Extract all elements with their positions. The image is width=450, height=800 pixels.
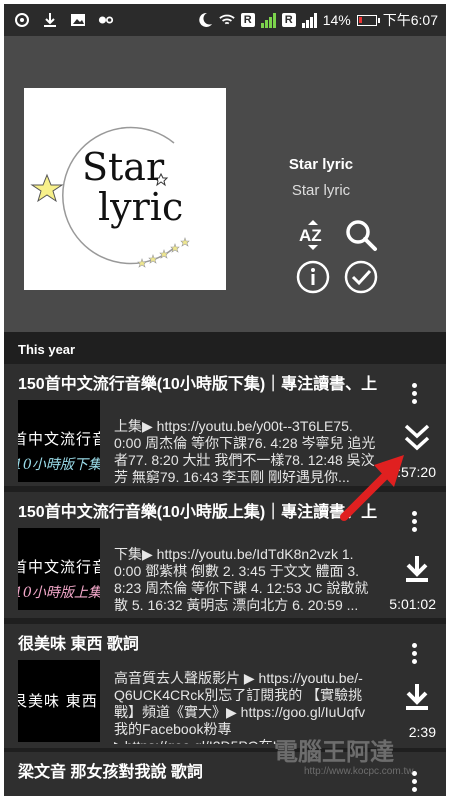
- search-button[interactable]: [342, 216, 380, 254]
- item-description: 下集▶ https://youtu.be/IdTdK8n2vzk 1. 0:00…: [114, 546, 369, 613]
- item-title: 很美味 東西 歌詞: [18, 636, 139, 653]
- collapse-icon[interactable]: [402, 422, 432, 452]
- check-icon: [344, 260, 378, 294]
- item-title: 150首中文流行音樂(10小時版下集)｜專注讀書、上...: [18, 376, 378, 393]
- cover-art: Star lyric: [30, 126, 190, 268]
- cover-text-lyric: lyric: [98, 185, 183, 229]
- list-item[interactable]: 很美味 東西 歌詞 艮美味 東西 高音質去人聲版影片 ▶ https://you…: [4, 624, 446, 748]
- wifi-icon: [219, 14, 235, 25]
- thumb-text: 艮美味 東西: [18, 692, 98, 710]
- item-thumbnail: 艮美味 東西: [18, 660, 100, 742]
- item-duration: 5:01:02: [389, 596, 436, 612]
- download-icon[interactable]: [402, 682, 432, 712]
- battery-icon: [356, 14, 380, 26]
- sync-icon: [15, 13, 29, 27]
- link-icon: [98, 16, 114, 24]
- moon-icon: [199, 12, 212, 27]
- signal2-icon: [301, 12, 317, 28]
- item-thumbnail: 首中文流行音 10小時版下集: [18, 400, 100, 482]
- playlist-title: Star lyric: [288, 156, 354, 173]
- cover-text-star: Star: [82, 145, 165, 189]
- watermark-url: http://www.kocpc.com.tw: [304, 766, 414, 777]
- section-header: This year: [18, 342, 76, 357]
- download-icon: [44, 13, 56, 27]
- playlist-subtitle: Star lyric: [291, 182, 351, 199]
- search-icon: [346, 220, 377, 251]
- signal-icon: [260, 12, 276, 28]
- more-options-icon[interactable]: [402, 380, 426, 410]
- clock: 下午6:07: [382, 12, 438, 28]
- download-icon[interactable]: [402, 554, 432, 584]
- watermark-logo: 電腦王阿達: [274, 739, 394, 766]
- playlist-cover[interactable]: Star lyric: [24, 88, 226, 290]
- sim2-roaming-badge: R: [281, 13, 296, 27]
- status-bar: R R 14% 下午6:07: [4, 4, 446, 36]
- item-thumbnail: 首中文流行音 10小時版上集: [18, 528, 100, 610]
- battery-percent: 14%: [322, 12, 351, 28]
- item-duration: 2:39: [408, 724, 436, 740]
- thumb-text: 首中文流行音: [18, 558, 100, 576]
- sort-az-button[interactable]: AZ: [294, 216, 332, 254]
- select-all-button[interactable]: [342, 258, 380, 296]
- image-icon: [71, 14, 85, 26]
- annotation-arrow: [340, 455, 404, 521]
- phone-screen: R R 14% 下午6:07 Star lyric Star lyric Sta…: [4, 4, 446, 796]
- thumb-text: 10小時版上集: [18, 585, 100, 601]
- thumb-text: 首中文流行音: [18, 430, 100, 448]
- item-title: 150首中文流行音樂(10小時版上集)｜專注讀書、上...: [18, 504, 378, 521]
- sort-az-icon: AZ: [299, 220, 322, 250]
- svg-text:AZ: AZ: [299, 226, 322, 245]
- thumb-text: 10小時版下集: [18, 457, 100, 473]
- sim1-roaming-badge: R: [240, 13, 255, 27]
- playlist-header: Star lyric Star lyric Star lyric AZ: [4, 36, 446, 332]
- info-button[interactable]: [294, 258, 332, 296]
- info-icon: [296, 260, 330, 294]
- more-options-icon[interactable]: [402, 640, 426, 670]
